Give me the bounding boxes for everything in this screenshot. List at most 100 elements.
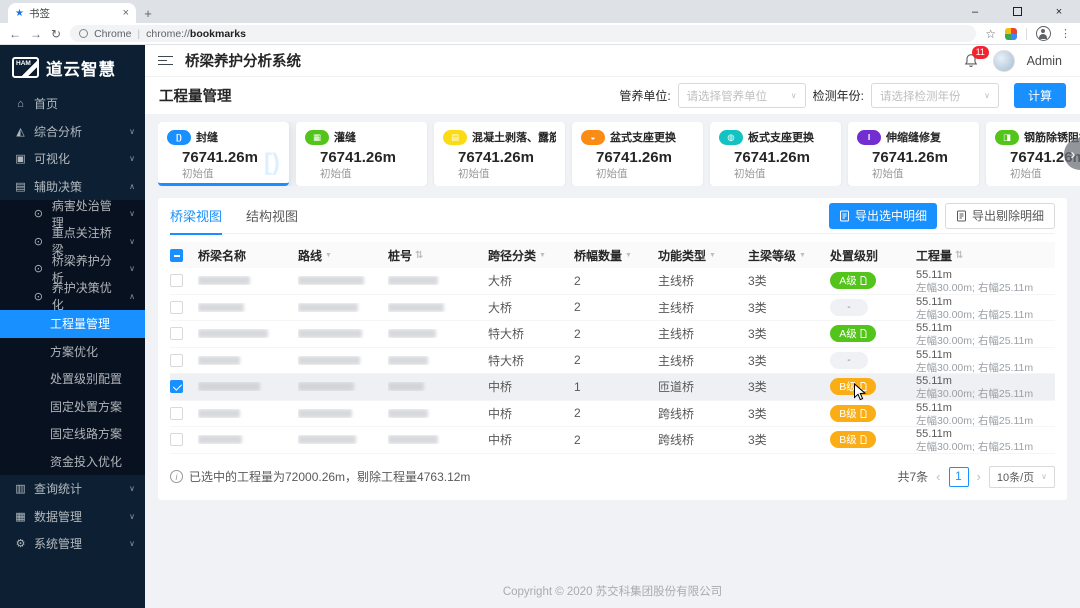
window-close-button[interactable]: × <box>1038 0 1080 23</box>
level-badge[interactable]: B级 <box>830 404 876 422</box>
span-class-cell: 中桥 <box>488 406 513 421</box>
sidebar-item-visualization[interactable]: ▣ 可视化 ∨ <box>0 145 145 173</box>
card-caption: 初始值 <box>1010 168 1042 180</box>
tab-structure-view[interactable]: 结构视图 <box>246 198 298 234</box>
avatar[interactable] <box>992 49 1015 72</box>
table-row[interactable]: 特大桥 2 主线桥 3类 A级 55.11m 左幅30.00m; 右幅25.11m <box>170 321 1055 348</box>
girder-grade-cell: 3类 <box>748 274 767 289</box>
table-row[interactable]: 中桥 2 跨线桥 3类 B级 55.11m 左幅30.00m; 右幅25.11m <box>170 401 1055 427</box>
sort-icon[interactable]: ⇅ <box>415 250 423 261</box>
row-checkbox[interactable] <box>170 406 183 420</box>
menu-fold-icon[interactable] <box>158 55 173 66</box>
notification-bell[interactable]: 11 <box>963 45 989 70</box>
sort-icon[interactable]: ⇅ <box>955 250 963 261</box>
new-tab-button[interactable]: + <box>136 3 160 23</box>
level-badge[interactable]: A级 <box>830 325 876 343</box>
quantity-card[interactable]: I 伸缩缝修复 76741.26m 初始值 <box>848 122 979 186</box>
stats-icon: ▥ <box>15 483 26 496</box>
table-row[interactable]: 中桥 2 跨线桥 3类 B级 55.11m 左幅30.00m; 右幅25.11m <box>170 427 1055 454</box>
page-info-icon[interactable] <box>79 29 89 38</box>
export-selected-button[interactable]: 导出选中明细 <box>828 202 937 229</box>
sidebar-item-disposal-level-config[interactable]: 处置级别配置 <box>0 365 145 393</box>
next-page-icon[interactable]: › <box>977 469 981 484</box>
row-checkbox[interactable] <box>170 353 183 367</box>
page-title: 工程量管理 <box>159 89 232 105</box>
table-row[interactable]: 大桥 2 主线桥 3类 A级 55.11m 左幅30.00m; 右幅25.11m <box>170 268 1055 295</box>
row-checkbox[interactable] <box>170 327 183 341</box>
quantity-card[interactable]: ◒ 盆式支座更换 76741.26m 初始值 <box>572 122 703 186</box>
filter-icon[interactable]: ▼ <box>709 252 716 259</box>
sidebar-item-label: 辅助决策 <box>34 179 83 194</box>
back-icon[interactable]: ← <box>9 27 21 41</box>
extension-icon[interactable] <box>1005 27 1017 40</box>
analysis-icon: ◭ <box>16 125 25 138</box>
prev-page-icon[interactable]: ‹ <box>936 469 940 484</box>
sidebar-item-system-management[interactable]: ⚙ 系统管理 ∨ <box>0 530 145 558</box>
page-size-select[interactable]: 10条/页 ∨ <box>988 465 1055 488</box>
card-value: 76741.26m <box>872 149 948 166</box>
filter-icon[interactable]: ▼ <box>625 252 632 259</box>
level-badge[interactable]: B级 <box>830 431 876 449</box>
row-checkbox[interactable] <box>170 274 183 288</box>
quantity-value: 55.11m <box>916 322 952 335</box>
card-caption: 初始值 <box>320 168 352 180</box>
span-class-cell: 大桥 <box>488 300 513 315</box>
chevron-down-icon: ∨ <box>129 539 135 549</box>
user-name[interactable]: Admin <box>1027 54 1062 68</box>
filter-icon[interactable]: ▼ <box>539 252 546 259</box>
quantity-card[interactable]: [) 封缝 76741.26m 初始值[) <box>158 122 289 186</box>
quantity-card[interactable]: ◍ 板式支座更换 76741.26m 初始值 <box>710 122 841 186</box>
card-caption: 初始值 <box>458 168 490 180</box>
table-row[interactable]: 中桥 1 匝道桥 3类 B级 55.11m 左幅30.00m; 右幅25.11m <box>170 374 1055 401</box>
sidebar-item-maintenance-decision-optimization[interactable]: ⊙ 养护决策优化 ∧ <box>0 281 145 312</box>
level-badge[interactable]: B级 <box>830 378 876 396</box>
sidebar-item-data-management[interactable]: ▦ 数据管理 ∨ <box>0 503 145 531</box>
tab-bridge-view[interactable]: 桥梁视图 <box>170 198 223 235</box>
sidebar-item-fund-investment-optimization[interactable]: 资金投入优化 <box>0 447 145 475</box>
maintenance-unit-select[interactable]: 请选择管养单位 ∨ <box>677 83 806 108</box>
sidebar-item-label: 数据管理 <box>34 509 83 524</box>
column-header: 功能类型 ▼ <box>658 247 748 264</box>
browser-tab[interactable]: ★ 书签 × <box>8 3 136 23</box>
circle-dot-icon: ⊙ <box>33 290 43 303</box>
calculate-button[interactable]: 计算 <box>1014 83 1066 108</box>
level-badge[interactable]: A级 <box>830 272 876 290</box>
tab-title: 书签 <box>28 7 50 20</box>
column-header: 桩号 ⇅ <box>388 247 488 264</box>
browser-menu-icon[interactable]: ⋮ <box>1060 27 1071 40</box>
page-content: [) 封缝 76741.26m 初始值 [) ▦ 灌缝 76741.26m 初始值 ▤ 混凝土剥落、… <box>145 114 1080 608</box>
card-caption: 初始值 <box>734 168 766 180</box>
sidebar-item-quantity-management[interactable]: 工程量管理 <box>0 310 145 338</box>
bookmark-star-icon[interactable]: ☆ <box>985 27 996 41</box>
filter-icon[interactable]: ▼ <box>325 252 332 259</box>
profile-icon[interactable] <box>1036 26 1051 41</box>
table-row[interactable]: 特大桥 2 主线桥 3类 - 55.11m 左幅30.00m; 右幅25.11m <box>170 348 1055 374</box>
sidebar-item-comprehensive-analysis[interactable]: ◭ 综合分析 ∨ <box>0 118 145 146</box>
row-checkbox[interactable] <box>170 433 183 447</box>
export-removed-button[interactable]: 导出剔除明细 <box>944 202 1055 229</box>
inspection-year-select[interactable]: 请选择检测年份 ∨ <box>871 83 999 108</box>
window-minimize-button[interactable]: – <box>954 0 996 23</box>
select-all-checkbox[interactable] <box>170 248 183 262</box>
sidebar-item-fixed-disposal-scheme[interactable]: 固定处置方案 <box>0 392 145 420</box>
address-input[interactable]: Chrome | chrome://bookmarks <box>70 25 977 42</box>
sidebar-item-query-statistics[interactable]: ▥ 查询统计 ∨ <box>0 475 145 503</box>
page-number-button[interactable]: 1 <box>948 466 969 487</box>
sidebar-item-scheme-optimization[interactable]: 方案优化 <box>0 337 145 365</box>
sidebar-item-label: 系统管理 <box>34 537 83 552</box>
quantity-card[interactable]: ▦ 灌缝 76741.26m 初始值 <box>296 122 427 186</box>
forward-icon[interactable]: → <box>30 27 42 41</box>
row-checkbox[interactable] <box>170 300 183 314</box>
quantity-card[interactable]: ▤ 混凝土剥落、露筋修复 76741.26m 初始值 <box>434 122 565 186</box>
window-maximize-button[interactable] <box>996 0 1038 23</box>
chevron-down-icon: ∨ <box>790 91 797 100</box>
sidebar-item-home[interactable]: ⌂ 首页 <box>0 90 145 118</box>
function-type-cell: 主线桥 <box>658 353 695 368</box>
reload-icon[interactable]: ↻ <box>51 27 61 41</box>
table-row[interactable]: 大桥 2 主线桥 3类 - 55.11m 左幅30.00m; 右幅25.11m <box>170 295 1055 321</box>
row-checkbox[interactable] <box>170 380 183 394</box>
filter-icon[interactable]: ▼ <box>799 252 806 259</box>
quantity-value: 55.11m <box>916 269 952 282</box>
tab-close-icon[interactable]: × <box>123 7 129 19</box>
sidebar-item-fixed-route-scheme[interactable]: 固定线路方案 <box>0 420 145 448</box>
